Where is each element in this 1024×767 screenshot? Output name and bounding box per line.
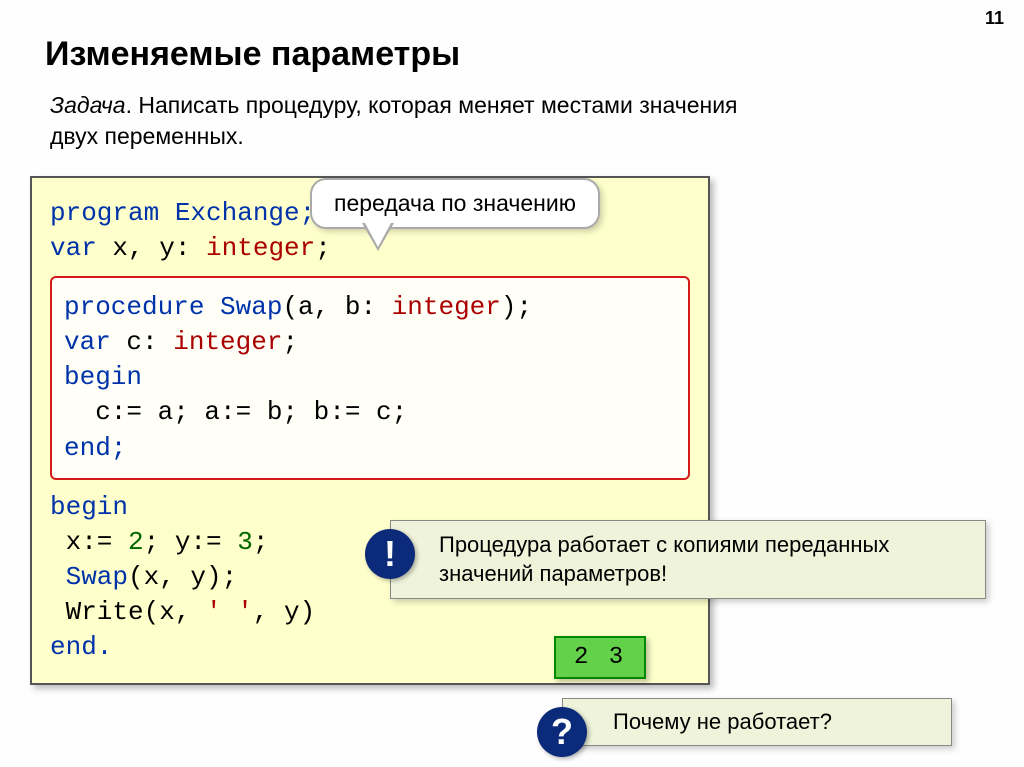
identifier: Swap bbox=[50, 562, 128, 592]
number: 3 bbox=[237, 527, 253, 557]
text: c: bbox=[111, 327, 173, 357]
code-block: program Exchange; var x, y: integer; pro… bbox=[30, 176, 710, 685]
task-text: Задача. Написать процедуру, которая меня… bbox=[50, 90, 770, 152]
keyword: var bbox=[50, 233, 97, 263]
text: ); bbox=[501, 292, 532, 322]
text: x:= bbox=[50, 527, 128, 557]
text: ; bbox=[253, 527, 269, 557]
code-line: c:= a; a:= b; b:= c; bbox=[64, 395, 676, 430]
question-icon: ? bbox=[537, 707, 587, 757]
text: ; y:= bbox=[144, 527, 238, 557]
identifier: Exchange; bbox=[159, 198, 315, 228]
output-box: 2 3 bbox=[554, 636, 646, 679]
type: integer bbox=[173, 327, 282, 357]
text: ; bbox=[315, 233, 331, 263]
code-line: procedure Swap(a, b: integer); bbox=[64, 290, 676, 325]
page-number: 11 bbox=[985, 8, 1004, 29]
callout-bubble: передача по значению bbox=[310, 178, 600, 229]
text: ; bbox=[282, 327, 298, 357]
code-line: var c: integer; bbox=[64, 325, 676, 360]
note-box: ! Процедура работает с копиями переданны… bbox=[390, 520, 986, 599]
string: ' ' bbox=[206, 597, 253, 627]
callout-text: передача по значению bbox=[334, 190, 576, 216]
keyword: var bbox=[64, 327, 111, 357]
slide-title: Изменяемые параметры bbox=[45, 35, 460, 74]
task-body: . Написать процедуру, которая меняет мес… bbox=[50, 92, 738, 149]
text: (x, y); bbox=[128, 562, 237, 592]
question-box: ? Почему не работает? bbox=[562, 698, 952, 746]
task-label: Задача bbox=[50, 92, 126, 118]
type: integer bbox=[392, 292, 501, 322]
text: (a, b: bbox=[282, 292, 391, 322]
number: 2 bbox=[128, 527, 144, 557]
text: Write(x, bbox=[50, 597, 206, 627]
text: , y) bbox=[253, 597, 315, 627]
exclamation-icon: ! bbox=[365, 529, 415, 579]
question-text: Почему не работает? bbox=[613, 709, 832, 734]
procedure-box: procedure Swap(a, b: integer); var c: in… bbox=[50, 276, 690, 479]
keyword: program bbox=[50, 198, 159, 228]
type: integer bbox=[206, 233, 315, 263]
identifier: Swap bbox=[204, 292, 282, 322]
bubble-tail-inner bbox=[365, 223, 391, 247]
code-line: end; bbox=[64, 431, 676, 466]
keyword: procedure bbox=[64, 292, 204, 322]
note-text: Процедура работает с копиями переданных … bbox=[439, 532, 889, 586]
code-line: Write(x, ' ', y) bbox=[50, 595, 690, 630]
text: x, y: bbox=[97, 233, 206, 263]
code-line: begin bbox=[64, 360, 676, 395]
